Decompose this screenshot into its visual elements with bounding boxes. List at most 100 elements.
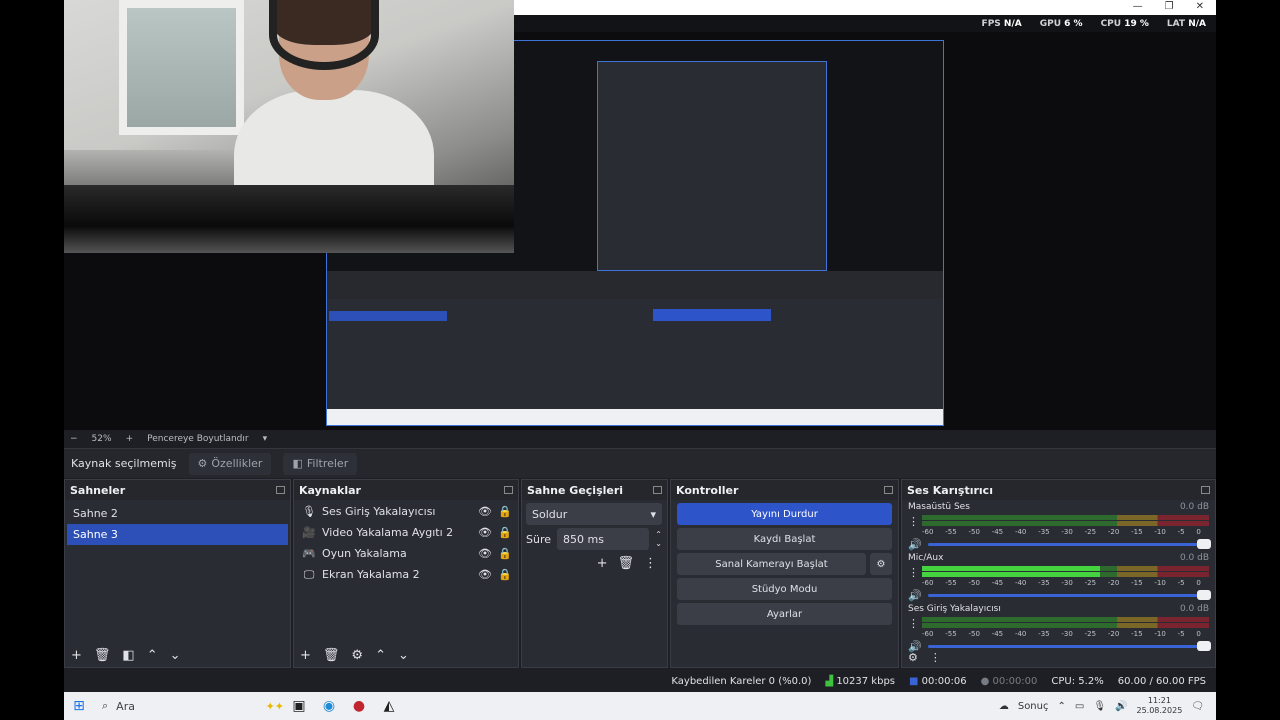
weather-icon[interactable]: ☁ (999, 701, 1009, 712)
stop-stream-button[interactable]: Yayını Durdur (677, 503, 892, 525)
obs-icon[interactable]: ● (344, 692, 374, 720)
trash-icon[interactable]: 🗑 (323, 648, 340, 663)
down-arrow-icon[interactable]: ⌄ (398, 648, 409, 663)
chevron-up-icon[interactable]: ⌃ (1057, 701, 1065, 712)
up-arrow-icon[interactable]: ⌃ (375, 648, 386, 663)
monitor-icon: 🖵 (303, 567, 315, 581)
source-item[interactable]: 🎮 Oyun Yakalama 👁 🔒 (294, 543, 518, 564)
volume-icon[interactable]: 🔊 (1115, 701, 1127, 712)
search-icon: ⌕ (102, 699, 109, 712)
zoom-out-icon[interactable]: − (70, 434, 78, 444)
preview-area[interactable] (64, 0, 1216, 430)
lock-icon[interactable]: 🔒 (498, 547, 512, 560)
source-item[interactable]: 🖵 Ekran Yakalama 2 👁 🔒 (294, 564, 518, 585)
up-arrow-icon[interactable]: ⌃ (147, 648, 158, 663)
source-item[interactable]: 🎙 Ses Giriş Yakalayıcısı 👁 🔒 (294, 501, 518, 522)
more-icon[interactable]: ⋮ (908, 515, 919, 528)
channel-name: Masaüstü Ses (908, 502, 970, 512)
source-item[interactable]: 🎥 Video Yakalama Aygıtı 2 👁 🔒 (294, 522, 518, 543)
sources-dock: Kaynaklar 🎙 Ses Giriş Yakalayıcısı 👁 🔒 🎥… (293, 479, 519, 668)
popout-icon[interactable] (653, 486, 662, 494)
settings-button[interactable]: Ayarlar (677, 603, 892, 625)
clock[interactable]: 11:21 25.08.2025 (1136, 696, 1182, 716)
source-toolbar: Kaynak seçilmemiş ⚙ Özellikler ◧ Filtrel… (64, 448, 1216, 478)
scale-mode[interactable]: Pencereye Boyutlandır (147, 434, 248, 444)
virtual-camera-button[interactable]: Sanal Kamerayı Başlat (677, 553, 866, 575)
stream-time: 00:00:06 (921, 676, 967, 687)
audio-mixer-dock: Ses Karıştırıcı Masaüstü Ses 0.0 dB ⋮ -60 -5… (901, 479, 1216, 668)
studio-mode-button[interactable]: Stüdyo Modu (677, 578, 892, 600)
more-icon[interactable]: ⋮ (908, 566, 919, 579)
status-bar: Kaybedilen Kareler 0 (%0.0) ▟ 10237 kbps… (64, 671, 1216, 692)
settings-icon[interactable]: ⚙ (908, 651, 918, 664)
record-time: 00:00:00 (992, 676, 1038, 687)
edge-icon[interactable]: ◉ (314, 692, 344, 720)
scene-item[interactable]: Sahne 3 (67, 524, 288, 545)
eye-icon[interactable]: 👁 (478, 547, 492, 560)
mixer-channel: Mic/Aux 0.0 dB ⋮ -60 -55 -50 -45 -40 -35 -30 -25 -2… (902, 551, 1215, 602)
volume-icon[interactable]: 🔊 (908, 589, 922, 602)
duration-label: Süre (526, 532, 552, 546)
zoom-in-icon[interactable]: + (126, 434, 134, 444)
add-icon[interactable]: + (71, 648, 82, 663)
lock-icon[interactable]: 🔒 (498, 505, 512, 518)
battery-icon[interactable]: ▭ (1075, 701, 1084, 712)
weather-text[interactable]: Sonuç (1018, 701, 1049, 712)
system-tray: ☁ Sonuç ⌃ ▭ 🎙 🔊 11:21 25.08.2025 🗨 (999, 696, 1216, 716)
filter-icon[interactable]: ◧ (122, 648, 134, 663)
chevron-down-icon[interactable]: ▾ (263, 434, 268, 444)
eye-icon[interactable]: 👁 (478, 505, 492, 518)
gear-icon[interactable]: ⚙ (870, 553, 892, 575)
mixer-channel: Ses Giriş Yakalayıcısı 0.0 dB ⋮ -60 -55 -50 -4… (902, 602, 1215, 653)
windows-start-icon[interactable]: ⊞ (64, 692, 94, 720)
fps-readout: 60.00 / 60.00 FPS (1117, 676, 1206, 687)
level-meter (922, 566, 1209, 578)
spinner-icon[interactable]: ⌃ ⌄ (655, 530, 662, 548)
search-box[interactable]: ⌕ Ara ✦✦ (94, 692, 284, 720)
volume-icon[interactable]: 🔊 (908, 538, 922, 551)
eye-icon[interactable]: 👁 (478, 568, 492, 581)
gear-icon[interactable]: ⚙ (351, 648, 363, 663)
close-icon[interactable]: ✕ (1196, 1, 1204, 12)
title-bar: — ❐ ✕ (514, 0, 1216, 15)
properties-button[interactable]: ⚙ Özellikler (188, 452, 272, 475)
add-icon[interactable]: + (300, 648, 311, 663)
restore-icon[interactable]: ❐ (1165, 1, 1174, 12)
controls-dock: Kontroller Yayını Durdur Kaydı Başlat Sa… (670, 479, 899, 668)
notification-icon[interactable]: 🗨 (1191, 701, 1204, 712)
eye-icon[interactable]: 👁 (478, 526, 492, 539)
chevron-down-icon: ▾ (650, 507, 656, 521)
start-record-button[interactable]: Kaydı Başlat (677, 528, 892, 550)
more-icon[interactable]: ⋮ (908, 617, 919, 630)
add-icon[interactable]: + (597, 556, 608, 571)
trash-icon[interactable]: 🗑 (617, 556, 634, 571)
transition-select[interactable]: Soldur ▾ (526, 503, 662, 525)
popout-icon[interactable] (276, 486, 285, 494)
popout-icon[interactable] (504, 486, 513, 494)
sparkle-icon: ✦✦ (265, 699, 284, 713)
microphone-icon[interactable]: 🎙 (1093, 701, 1106, 712)
gamepad-icon: 🎮 (302, 547, 316, 560)
bitrate: 10237 kbps (836, 676, 895, 687)
more-icon[interactable]: ⋮ (644, 556, 657, 571)
trash-icon[interactable]: 🗑 (94, 648, 111, 663)
transitions-title: Sahne Geçişleri (527, 483, 624, 497)
duration-input[interactable]: 850 ms (557, 528, 650, 550)
lock-icon[interactable]: 🔒 (498, 568, 512, 581)
app-icon[interactable]: ◭ (374, 692, 404, 720)
more-icon[interactable]: ⋮ (930, 651, 941, 664)
stream-icon: ■ (909, 676, 919, 687)
volume-slider[interactable] (927, 589, 1211, 600)
scene-item[interactable]: Sahne 2 (67, 503, 288, 524)
camera-icon: 🎥 (302, 526, 316, 539)
meter-ticks: -60 -55 -50 -45 -40 -35 -30 -25 -20 -15 -10 -5 0 (922, 579, 1201, 587)
task-view-icon[interactable]: ▣ (284, 692, 314, 720)
down-arrow-icon[interactable]: ⌄ (170, 648, 181, 663)
lock-icon[interactable]: 🔒 (498, 526, 512, 539)
volume-slider[interactable] (927, 538, 1211, 549)
filters-button[interactable]: ◧ Filtreler (283, 452, 358, 475)
filter-icon: ◧ (292, 457, 303, 470)
minimize-icon[interactable]: — (1133, 1, 1143, 12)
popout-icon[interactable] (884, 486, 893, 494)
popout-icon[interactable] (1201, 486, 1210, 494)
